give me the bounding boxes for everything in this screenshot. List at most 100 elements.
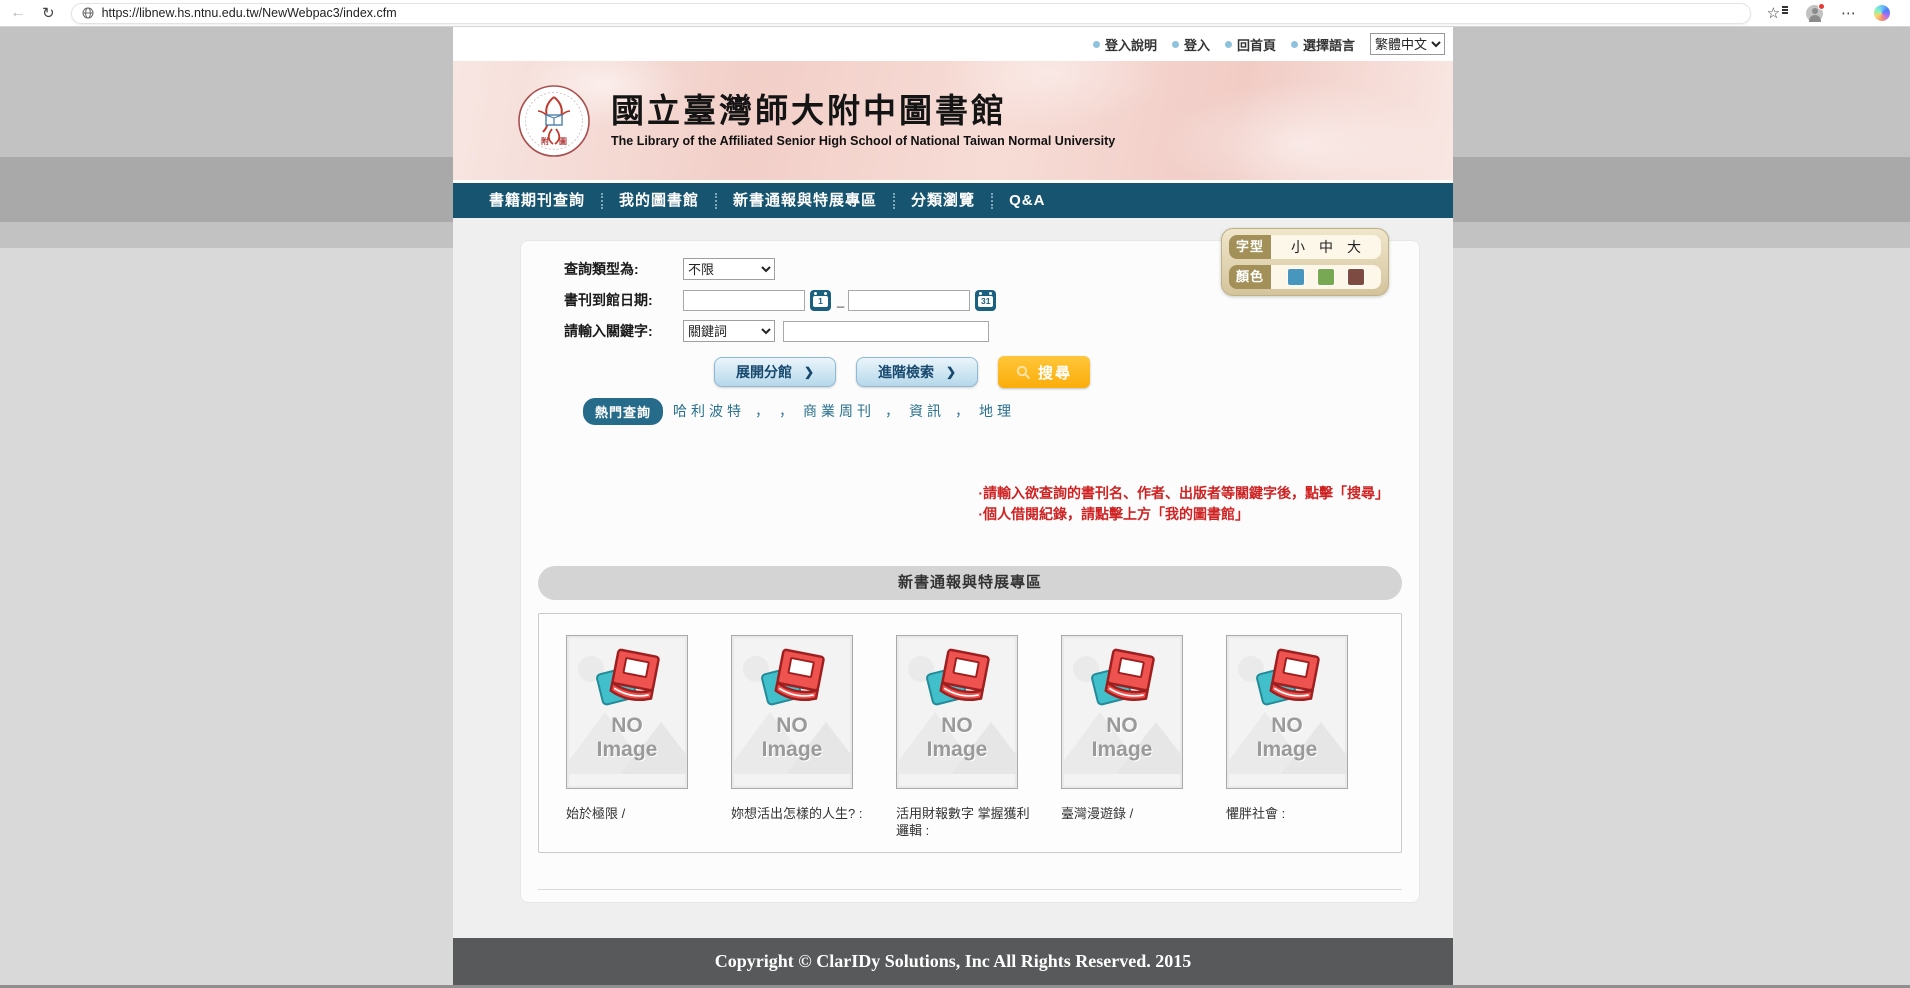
font-size-medium-button[interactable]: 中 — [1319, 240, 1333, 254]
book-title[interactable]: 懼胖社會 : — [1226, 805, 1366, 822]
search-button[interactable]: 搜尋 — [998, 356, 1090, 388]
nav-item-new-books[interactable]: 新書通報與特展專區 — [717, 183, 893, 218]
globe-icon — [82, 7, 94, 19]
book-stack-icon — [1084, 648, 1160, 712]
profile-avatar[interactable] — [1806, 5, 1823, 22]
notification-dot — [1818, 3, 1825, 10]
back-icon[interactable]: ← — [10, 5, 26, 21]
svg-text:附: 附 — [541, 136, 549, 146]
bullet-icon — [1093, 41, 1100, 48]
bullet-icon — [1291, 41, 1298, 48]
main-area: 字型 小 中 大 顏色 — [453, 218, 1453, 938]
nav-item-my-library[interactable]: 我的圖書館 — [603, 183, 715, 218]
keyword-label: 請輸入關鍵字: — [564, 321, 683, 341]
book-title[interactable]: 活用財報數字 掌握獲利邏輯 : — [896, 805, 1036, 839]
chevron-right-icon: ❯ — [804, 365, 814, 379]
site-title: 國立臺灣師大附中圖書館 — [611, 93, 1115, 129]
site-subtitle: The Library of the Affiliated Senior Hig… — [611, 134, 1115, 148]
keyword-input[interactable] — [783, 321, 989, 342]
no-image-label: NO Image — [1257, 714, 1318, 762]
library-seal-logo: 附 圖 — [517, 84, 591, 158]
font-size-large-button[interactable]: 大 — [1347, 240, 1361, 254]
svg-text:圖: 圖 — [559, 136, 567, 146]
bullet-icon — [1172, 41, 1179, 48]
book-stack-icon — [1249, 648, 1325, 712]
font-size-small-button[interactable]: 小 — [1291, 240, 1305, 254]
date-from-input[interactable] — [683, 290, 805, 311]
language-label: 選擇語言 — [1291, 35, 1355, 54]
no-image-label: NO Image — [927, 714, 988, 762]
usage-notes: ·請輸入欲查詢的書刊名、作者、出版者等關鍵字後，點擊「搜尋」 ·個人借閱紀錄，請… — [978, 483, 1389, 525]
url-text[interactable]: https://libnew.hs.ntnu.edu.tw/NewWebpac3… — [102, 6, 397, 20]
book-cover[interactable]: NO Image — [731, 635, 853, 789]
no-image-label: NO Image — [597, 714, 658, 762]
color-theme-label: 顏色 — [1229, 265, 1271, 289]
theme-color-brown-button[interactable] — [1348, 269, 1364, 285]
favorites-icon[interactable]: ☆ — [1767, 4, 1788, 22]
book-item: NO Image 活用財報數字 掌握獲利邏輯 : — [896, 635, 1046, 852]
nav-item-catalog-search[interactable]: 書籍期刊查詢 — [473, 183, 601, 218]
chevron-right-icon: ❯ — [946, 365, 956, 379]
nav-item-qa[interactable]: Q&A — [993, 183, 1061, 218]
book-cover[interactable]: NO Image — [566, 635, 688, 789]
book-item: NO Image 妳想活出怎樣的人生? : — [731, 635, 881, 852]
site-column: 登入說明 登入 回首頁 選擇語言 繁體中文 附 圖 國 — [453, 27, 1453, 985]
calendar-end-icon[interactable]: 31 — [975, 290, 996, 311]
site-footer: Copyright © ClarIDy Solutions, Inc All R… — [453, 938, 1453, 985]
theme-color-green-button[interactable] — [1318, 269, 1334, 285]
hot-link-geography[interactable]: 地理 — [979, 401, 1015, 421]
login-help-link[interactable]: 登入說明 — [1093, 35, 1157, 54]
search-type-label: 查詢類型為: — [564, 259, 683, 279]
book-item: NO Image 臺灣漫遊錄 / — [1061, 635, 1211, 852]
refresh-icon[interactable]: ↻ — [42, 6, 55, 21]
book-cover[interactable]: NO Image — [1226, 635, 1348, 789]
browser-toolbar: ← ↻ https://libnew.hs.ntnu.edu.tw/NewWeb… — [0, 0, 1910, 27]
hot-link-harry-potter[interactable]: 哈利波特 — [673, 401, 745, 421]
theme-color-blue-button[interactable] — [1288, 269, 1304, 285]
card-divider — [538, 889, 1402, 890]
search-type-select[interactable]: 不限 — [683, 258, 775, 280]
hot-link-business-weekly[interactable]: 商業周刊 — [803, 401, 875, 421]
date-to-input[interactable] — [848, 290, 970, 311]
site-header: 附 圖 國立臺灣師大附中圖書館 The Library of the Affil… — [453, 61, 1453, 180]
home-link[interactable]: 回首頁 — [1225, 35, 1276, 54]
book-cover[interactable]: NO Image — [896, 635, 1018, 789]
content-card: 字型 小 中 大 顏色 — [520, 240, 1420, 903]
login-link[interactable]: 登入 — [1172, 35, 1210, 54]
book-stack-icon — [754, 648, 830, 712]
date-range-separator: _ — [837, 293, 844, 308]
hot-separator: ， — [779, 401, 793, 421]
bullet-icon — [1225, 41, 1232, 48]
usage-note-line2: ·個人借閱紀錄，請點擊上方「我的圖書館」 — [978, 504, 1389, 525]
calendar-start-icon[interactable]: 1 — [810, 290, 831, 311]
address-bar[interactable]: https://libnew.hs.ntnu.edu.tw/NewWebpac3… — [71, 3, 1751, 24]
main-nav: 書籍期刊查詢 我的圖書館 新書通報與特展專區 分類瀏覽 Q&A — [453, 183, 1453, 218]
expand-branches-button[interactable]: 展開分館❯ — [714, 357, 836, 387]
book-cover[interactable]: NO Image — [1061, 635, 1183, 789]
book-title[interactable]: 妳想活出怎樣的人生? : — [731, 805, 871, 822]
arrival-date-label: 書刊到館日期: — [564, 290, 683, 310]
book-stack-icon — [589, 648, 665, 712]
keyword-type-select[interactable]: 關鍵詞 — [683, 320, 775, 342]
book-item: NO Image 始於極限 / — [566, 635, 716, 852]
usage-note-line1: ·請輸入欲查詢的書刊名、作者、出版者等關鍵字後，點擊「搜尋」 — [978, 483, 1389, 504]
utility-bar: 登入說明 登入 回首頁 選擇語言 繁體中文 — [453, 27, 1453, 61]
book-title[interactable]: 臺灣漫遊錄 / — [1061, 805, 1201, 822]
language-select[interactable]: 繁體中文 — [1370, 33, 1445, 55]
book-title[interactable]: 始於極限 / — [566, 805, 706, 822]
hot-separator: ， — [885, 401, 899, 421]
no-image-label: NO Image — [1092, 714, 1153, 762]
nav-item-browse[interactable]: 分類瀏覽 — [895, 183, 991, 218]
display-settings-panel: 字型 小 中 大 顏色 — [1221, 228, 1389, 296]
new-books-section-title: 新書通報與特展專區 — [538, 566, 1402, 600]
page: 登入說明 登入 回首頁 選擇語言 繁體中文 附 圖 國 — [0, 27, 1910, 988]
advanced-search-button[interactable]: 進階檢索❯ — [856, 357, 978, 387]
copilot-icon[interactable] — [1874, 5, 1890, 21]
hot-queries-badge: 熱門查詢 — [583, 398, 663, 425]
new-books-list: NO Image 始於極限 / — [538, 613, 1402, 853]
more-menu-icon[interactable]: ⋯ — [1841, 6, 1856, 21]
hot-separator: ， — [955, 401, 969, 421]
hot-link-information[interactable]: 資訊 — [909, 401, 945, 421]
search-icon — [1016, 365, 1031, 380]
hot-separator: ， — [755, 401, 769, 421]
